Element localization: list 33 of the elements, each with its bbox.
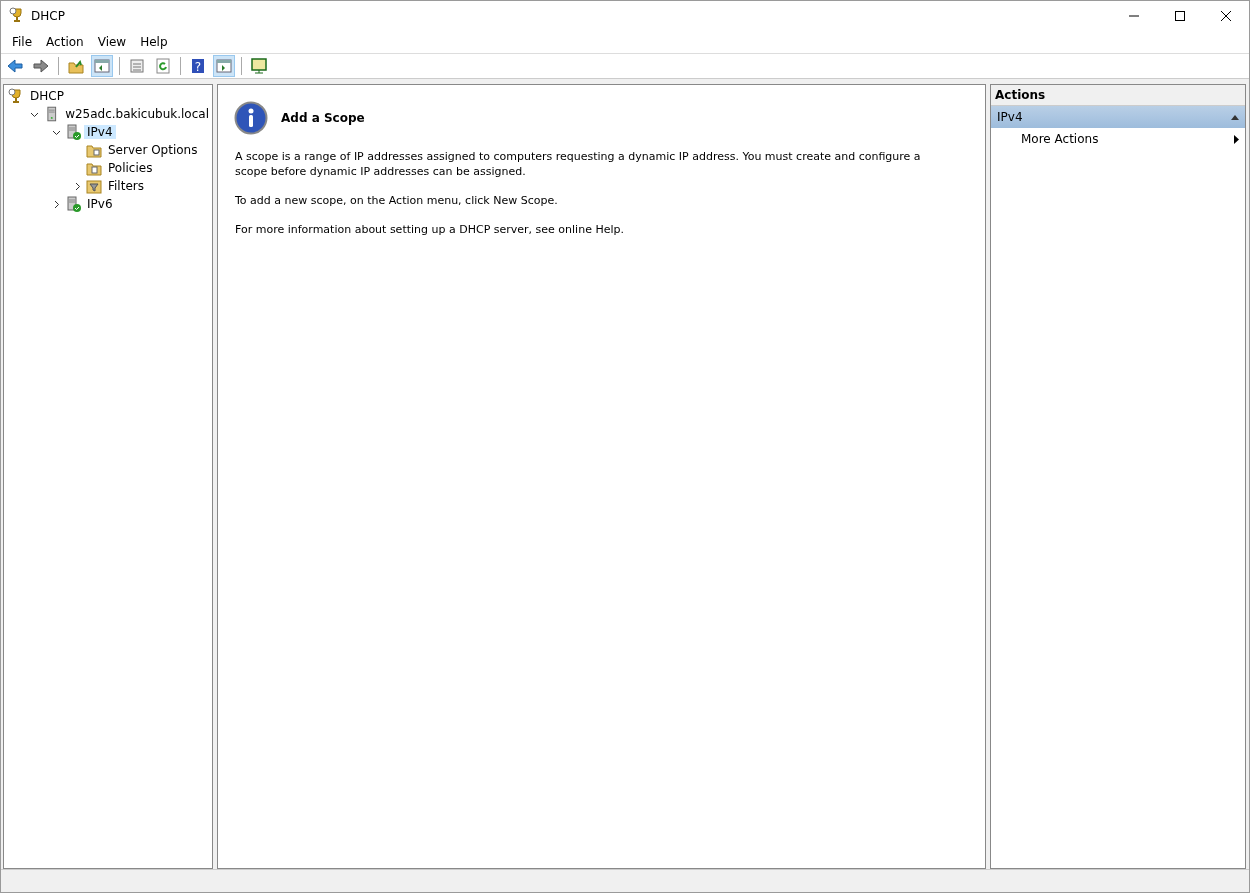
action-pane-icon[interactable] bbox=[213, 55, 235, 77]
tree-item[interactable]: w25adc.bakicubuk.local bbox=[62, 107, 212, 121]
heading: Add a Scope bbox=[281, 111, 365, 125]
action-item[interactable]: More Actions bbox=[991, 128, 1245, 150]
server-check-icon bbox=[65, 196, 81, 212]
dhcp-icon bbox=[9, 6, 25, 23]
tree-item[interactable]: Server Options bbox=[105, 143, 201, 157]
monitor-icon[interactable] bbox=[248, 55, 270, 77]
menu-item[interactable]: File bbox=[5, 33, 40, 51]
paragraph: For more information about setting up a DHCP server, see online Help. bbox=[235, 222, 625, 237]
folder-icon bbox=[86, 142, 102, 158]
menu-item[interactable]: View bbox=[90, 33, 134, 51]
actions-section-header[interactable]: IPv4 bbox=[991, 106, 1245, 128]
section-title: IPv4 bbox=[997, 110, 1023, 124]
server-check-icon bbox=[65, 124, 81, 140]
tree-item[interactable]: Policies bbox=[105, 161, 156, 175]
tree-pane-icon[interactable] bbox=[91, 55, 113, 77]
paragraph: To add a new scope, on the Action menu, click New Scope. bbox=[235, 193, 559, 208]
dhcp-icon bbox=[8, 88, 24, 104]
info-icon bbox=[234, 101, 268, 135]
actions-header: Actions bbox=[991, 85, 1245, 106]
window-title: DHCP bbox=[31, 9, 65, 23]
tree-item[interactable]: Filters bbox=[105, 179, 147, 193]
menu-item[interactable]: Help bbox=[133, 33, 175, 51]
collapse-triangle-icon[interactable] bbox=[1231, 114, 1239, 120]
folder-icon bbox=[86, 160, 102, 176]
tree-item[interactable]: IPv4 bbox=[84, 125, 116, 139]
tree-item[interactable]: IPv6 bbox=[84, 197, 116, 211]
tree-item[interactable]: DHCP bbox=[27, 89, 67, 103]
filter-icon bbox=[86, 178, 102, 194]
paragraph: A scope is a range of IP addresses assigned to computers requesting a dynamic IP address. You must create and configure a scope before dynamic IP addresses can be assigned. bbox=[235, 149, 922, 179]
menu-item[interactable]: Action bbox=[39, 33, 91, 51]
submenu-arrow-icon bbox=[1234, 134, 1239, 144]
